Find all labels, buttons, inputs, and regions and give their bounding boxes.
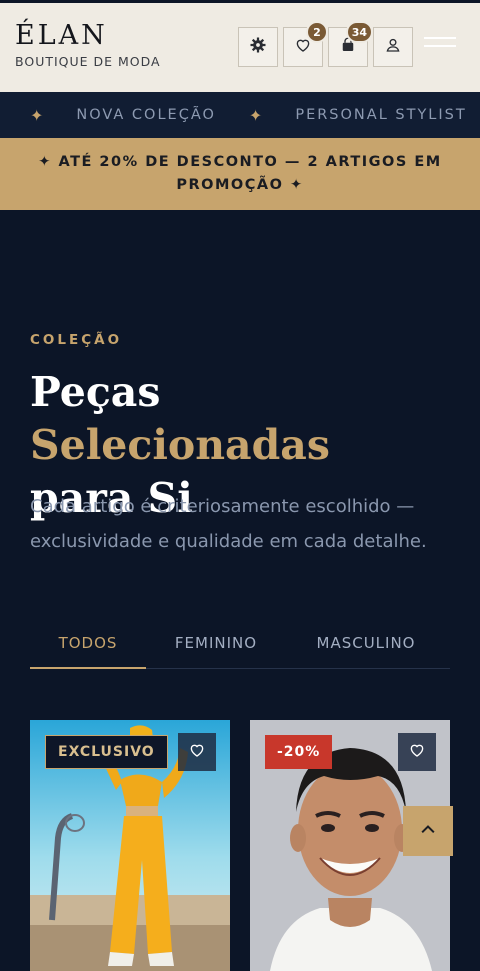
exclusive-badge: EXCLUSIVO (45, 735, 168, 769)
menu-line-icon (424, 45, 456, 47)
discount-badge: -20% (265, 735, 333, 769)
wishlist-button[interactable]: 2 (283, 21, 328, 67)
category-tabs: TODOS FEMININO MASCULINO (30, 622, 450, 669)
user-icon (384, 36, 402, 58)
hero-description: Cada artigo é criteriosamente escolhido … (30, 496, 427, 552)
cart-count-badge: 34 (345, 21, 373, 43)
back-to-top-button[interactable] (403, 806, 453, 856)
tab-feminino[interactable]: FEMININO (160, 622, 272, 669)
hamburger-menu-button[interactable] (424, 37, 456, 57)
wishlist-count-badge: 2 (306, 21, 328, 43)
add-to-wishlist-button[interactable] (178, 733, 216, 771)
announcement-marquee: ✦ NOVA COLEÇÃO ✦ PERSONAL STYLIST (0, 92, 480, 138)
marquee-item: NOVA COLEÇÃO (76, 107, 216, 123)
marquee-item: PERSONAL STYLIST (295, 107, 467, 123)
heart-icon (408, 741, 426, 763)
settings-button[interactable] (238, 27, 278, 67)
tab-todos[interactable]: TODOS (30, 622, 146, 669)
tab-masculino[interactable]: MASCULINO (308, 622, 424, 669)
add-to-wishlist-button[interactable] (398, 733, 436, 771)
section-eyebrow: COLEÇÃO (30, 332, 123, 348)
account-button[interactable] (373, 27, 413, 67)
chevron-up-icon (418, 819, 438, 843)
product-card[interactable]: EXCLUSIVO (30, 720, 230, 971)
menu-line-icon (424, 37, 456, 39)
brand-logo[interactable]: ÉLAN (15, 20, 108, 52)
brand-tagline: BOUTIQUE DE MODA (15, 54, 161, 69)
title-part-1: Peças (30, 368, 161, 416)
heart-icon (188, 741, 206, 763)
gear-icon (249, 36, 267, 58)
promo-banner[interactable]: ✦ ATÉ 20% DE DESCONTO — 2 ARTIGOS EM PRO… (0, 138, 480, 210)
title-accent: Selecionadas (30, 421, 330, 469)
sparkle-icon: ✦ (30, 105, 44, 125)
cart-button[interactable]: 34 (328, 21, 373, 67)
site-header: ÉLAN BOUTIQUE DE MODA 2 34 (0, 3, 480, 92)
sparkle-icon: ✦ (248, 105, 263, 125)
